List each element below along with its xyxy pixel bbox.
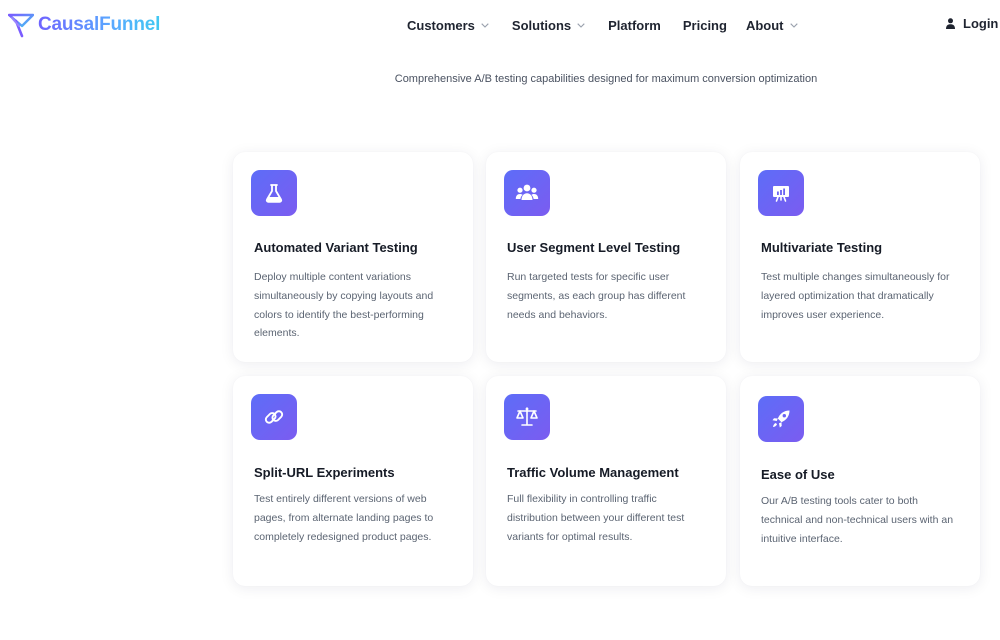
feature-card: Automated Variant Testing Deploy multipl… bbox=[233, 152, 473, 362]
feature-icon-box bbox=[504, 170, 550, 216]
feature-description: Our A/B testing tools cater to both tech… bbox=[761, 495, 954, 545]
features-grid: Automated Variant Testing Deploy multipl… bbox=[0, 0, 1000, 640]
feature-title: Automated Variant Testing bbox=[254, 240, 418, 255]
link-icon bbox=[264, 410, 284, 424]
feature-description: Test multiple changes simultaneously for… bbox=[761, 271, 950, 321]
feature-title: Multivariate Testing bbox=[761, 240, 883, 255]
feature-icon-box bbox=[251, 170, 297, 216]
feature-description: Run targeted tests for specific user seg… bbox=[507, 271, 686, 321]
flask-icon bbox=[265, 184, 283, 203]
presentation-chart-icon bbox=[773, 186, 789, 202]
feature-card: Split-URL Experiments Test entirely diff… bbox=[233, 376, 473, 586]
feature-description: Test entirely different versions of web … bbox=[254, 493, 434, 543]
feature-title: Ease of Use bbox=[761, 467, 835, 482]
feature-description: Full flexibility in controlling traffic … bbox=[507, 493, 685, 543]
feature-icon-box bbox=[504, 394, 550, 440]
feature-card: Ease of Use Our A/B testing tools cater … bbox=[740, 376, 980, 586]
feature-icon-box bbox=[758, 396, 804, 442]
feature-icon-box bbox=[758, 170, 804, 216]
feature-card: Traffic Volume Management Full flexibili… bbox=[486, 376, 726, 586]
balance-scale-icon bbox=[516, 407, 538, 426]
feature-title: User Segment Level Testing bbox=[507, 240, 681, 255]
feature-title: Traffic Volume Management bbox=[507, 465, 679, 480]
feature-icon-box bbox=[251, 394, 297, 440]
feature-description: Deploy multiple content variations simul… bbox=[254, 271, 434, 340]
rocket-icon bbox=[772, 410, 790, 428]
feature-card: Multivariate Testing Test multiple chang… bbox=[740, 152, 980, 362]
feature-card: User Segment Level Testing Run targeted … bbox=[486, 152, 726, 362]
feature-title: Split-URL Experiments bbox=[254, 465, 395, 480]
users-group-icon bbox=[515, 184, 539, 200]
